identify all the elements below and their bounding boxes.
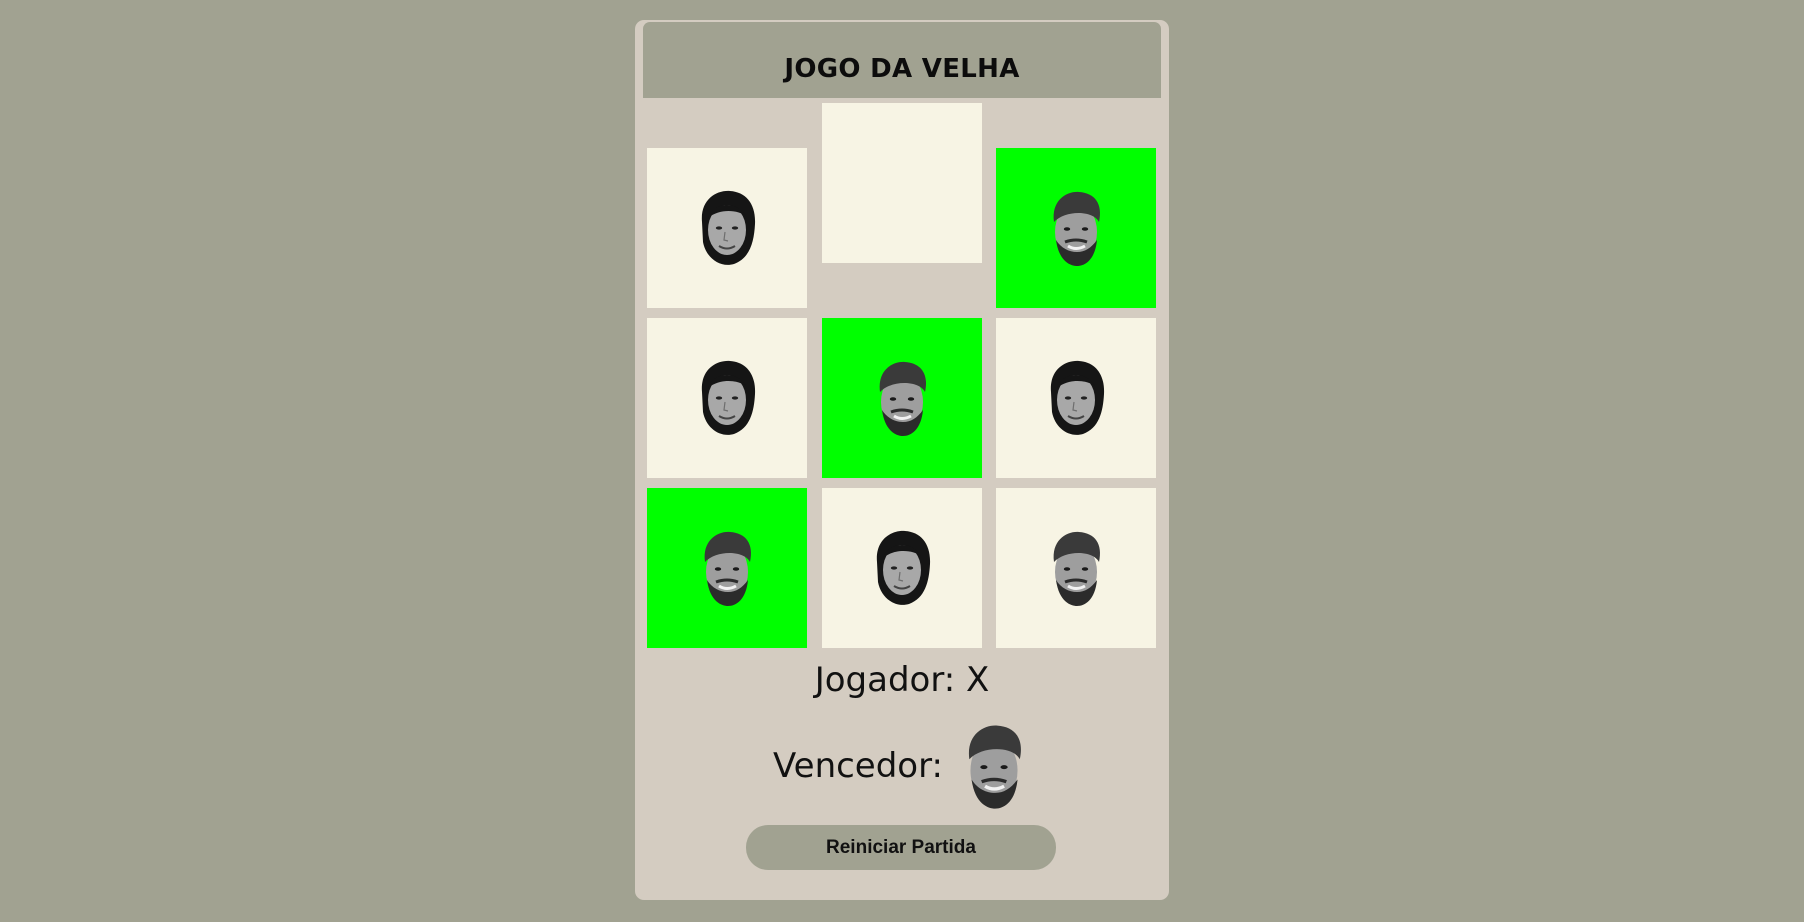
man-face-icon [869,358,935,438]
woman-face-icon [694,358,760,438]
board-cell-6[interactable] [996,318,1156,478]
man-face-icon [1043,528,1109,608]
man-face-icon [1043,188,1109,268]
winner-avatar [957,714,1031,818]
board-cell-3[interactable] [996,148,1156,308]
winner-label: Vencedor: [773,746,943,786]
man-face-icon [694,528,760,608]
board-cell-4[interactable] [647,318,807,478]
board-cell-7[interactable] [647,488,807,648]
woman-face-icon [1043,358,1109,438]
page-title: JOGO DA VELHA [784,54,1020,84]
board-cell-2[interactable] [822,103,982,263]
board-cell-9[interactable] [996,488,1156,648]
game-card: JOGO DA VELHA Jogador: X Vencedor: Reini… [635,20,1169,900]
woman-face-icon [869,528,935,608]
board-cell-5[interactable] [822,318,982,478]
reset-button[interactable]: Reiniciar Partida [746,825,1056,870]
woman-face-icon [694,188,760,268]
board-cell-1[interactable] [647,148,807,308]
current-player-text: Jogador: X [814,660,990,700]
board-cell-8[interactable] [822,488,982,648]
header-bar: JOGO DA VELHA [643,22,1161,98]
winner-row: Vencedor: [635,706,1169,826]
